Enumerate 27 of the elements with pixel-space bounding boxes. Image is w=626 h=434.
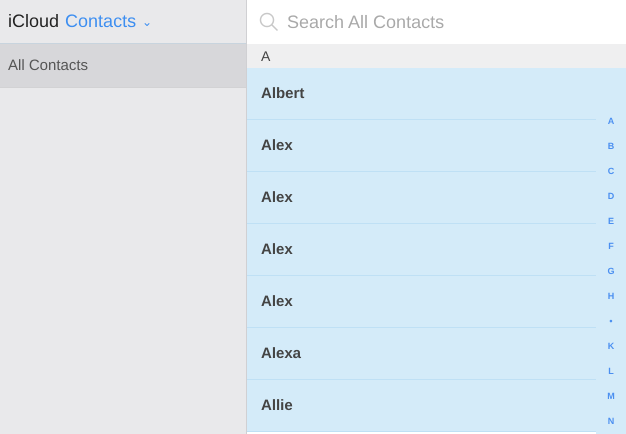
index-letter[interactable]: F (608, 233, 614, 258)
contact-row[interactable]: Allie (247, 380, 596, 432)
sidebar-item[interactable]: All Contacts (0, 44, 246, 88)
section-header: A (247, 44, 626, 68)
contact-row[interactable]: Albert (247, 68, 596, 120)
index-letter[interactable]: G (607, 258, 614, 283)
index-letter[interactable]: A (608, 108, 614, 133)
search-icon (259, 12, 279, 32)
contact-row[interactable]: Alex (247, 224, 596, 276)
index-letter[interactable]: D (608, 183, 614, 208)
index-letter[interactable]: L (608, 358, 614, 383)
index-letter[interactable]: E (608, 208, 614, 233)
index-letter[interactable]: C (608, 158, 614, 183)
caret-icon[interactable]: ⌄ (142, 14, 152, 28)
index-letter[interactable]: M (607, 383, 615, 408)
index-letter[interactable]: N (608, 408, 614, 433)
contact-row[interactable]: Alexa (247, 328, 596, 380)
index-letter[interactable]: H (608, 283, 614, 308)
app-title: iCloud (8, 11, 60, 32)
search-field[interactable]: Search All Contacts (285, 10, 589, 34)
contact-row[interactable]: Alex (247, 172, 596, 224)
index-letter[interactable]: K (608, 333, 614, 358)
section-title[interactable]: Contacts (65, 11, 136, 32)
index-letter[interactable]: B (608, 133, 614, 158)
index-letter[interactable]: • (609, 308, 613, 333)
contact-row[interactable]: Alex (247, 120, 596, 172)
contact-row[interactable]: Alex (247, 276, 596, 328)
